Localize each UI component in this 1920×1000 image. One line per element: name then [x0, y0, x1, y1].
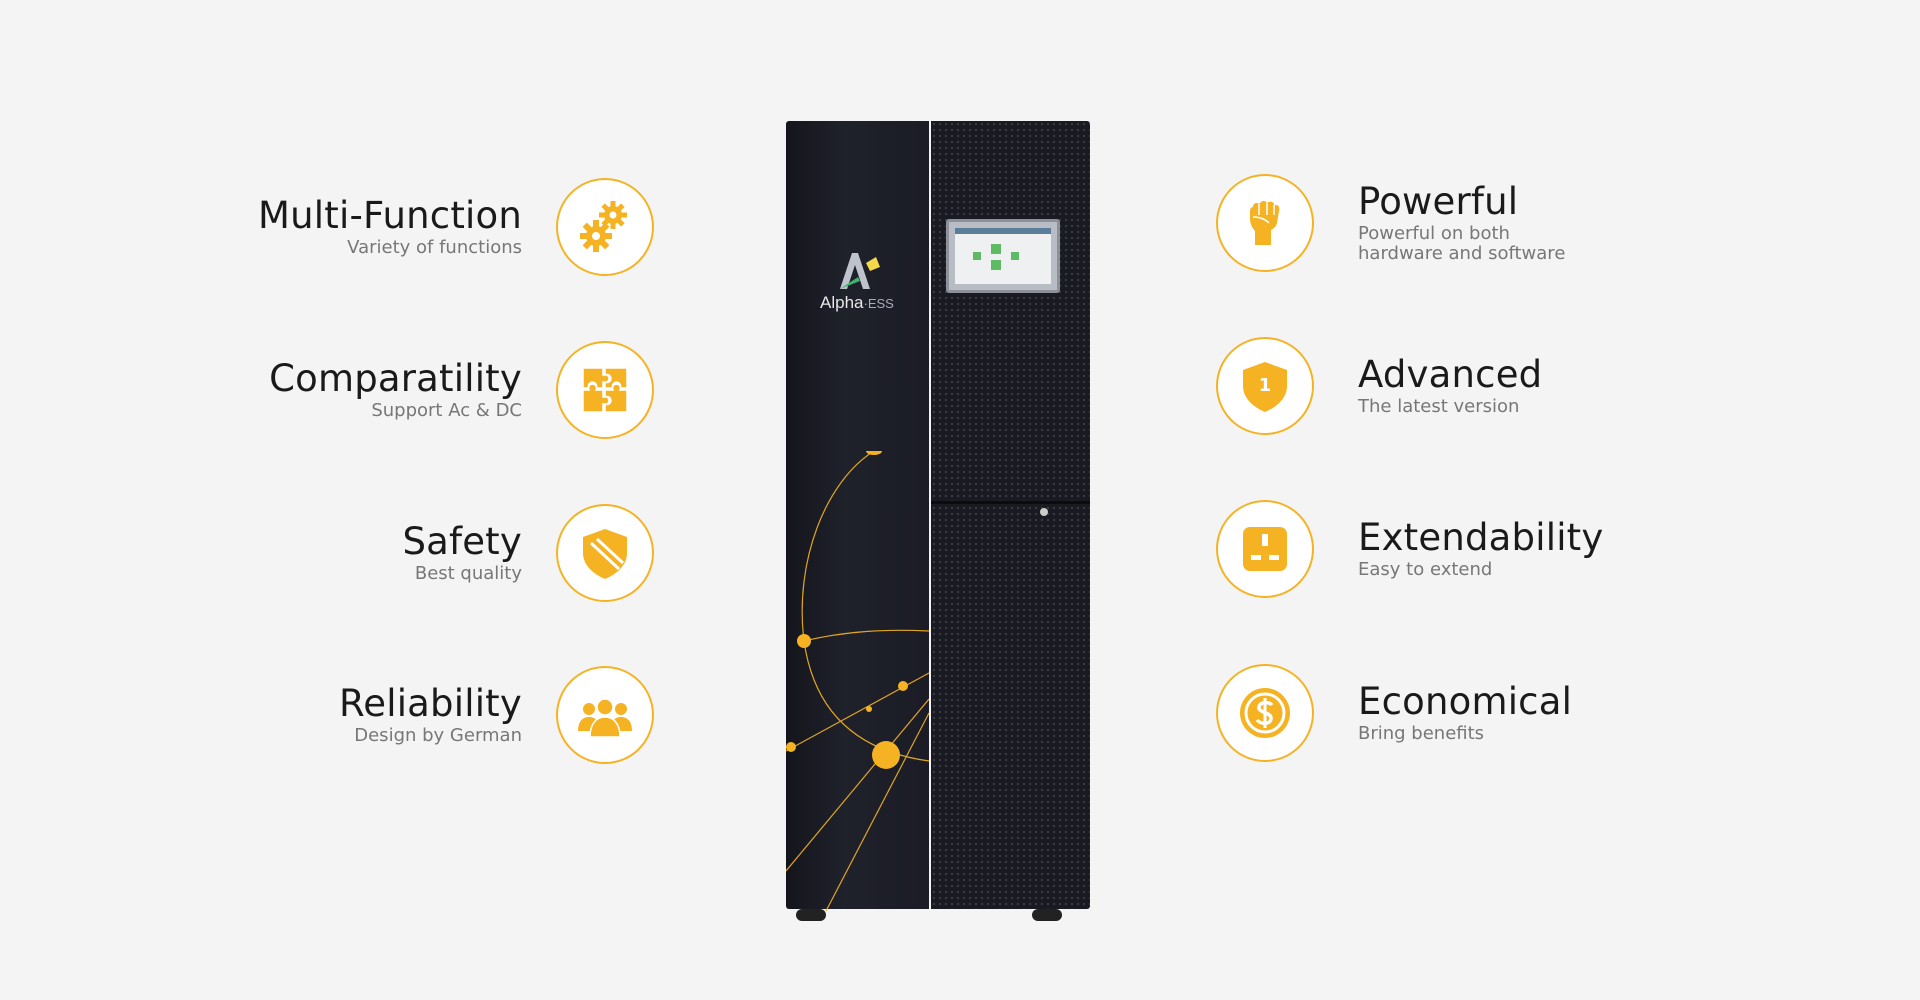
feature-title: Multi-Function	[258, 194, 522, 237]
feature-extendability: Extendability Easy to extend	[1216, 500, 1604, 598]
brand-label: Alpha·ESS	[820, 293, 894, 312]
team-icon	[556, 666, 654, 764]
touch-display	[946, 219, 1060, 293]
feature-title: Advanced	[1358, 353, 1543, 396]
decorative-network-graphic	[786, 451, 929, 911]
caster-wheel	[796, 909, 826, 921]
feature-subtitle: Powerful on both hardware and software	[1358, 223, 1566, 264]
socket-icon	[1216, 500, 1314, 598]
feature-multi-function: Multi-Function Variety of functions	[258, 178, 654, 276]
feature-subtitle: Easy to extend	[1358, 559, 1493, 580]
badge-number-icon: 1	[1216, 337, 1314, 435]
feature-subtitle: Best quality	[414, 563, 522, 584]
fist-icon	[1216, 174, 1314, 272]
feature-safety: Safety Best quality	[402, 504, 654, 602]
feature-title: Extendability	[1358, 516, 1604, 559]
cabinet-front-panel: Alpha·ESS	[786, 121, 929, 911]
feature-subtitle: Bring benefits	[1358, 723, 1485, 744]
feature-title: Economical	[1358, 680, 1573, 723]
feature-title: Reliability	[339, 682, 522, 725]
feature-powerful: Powerful Powerful on both hardware and s…	[1216, 174, 1578, 272]
energy-storage-cabinet: Alpha·ESS	[786, 121, 1090, 921]
feature-economical: Economical Bring benefits	[1216, 664, 1572, 762]
feature-subtitle: The latest version	[1358, 396, 1520, 417]
cabinet-door-seam	[931, 501, 1090, 504]
dollar-coin-icon	[1216, 664, 1314, 762]
gears-icon	[556, 178, 654, 276]
feature-subtitle: Variety of functions	[347, 237, 522, 258]
feature-title: Powerful	[1358, 180, 1519, 223]
feature-title: Comparatility	[269, 357, 522, 400]
feature-title: Safety	[402, 520, 522, 563]
feature-subtitle: Support Ac & DC	[371, 400, 522, 421]
shield-icon	[556, 504, 654, 602]
caster-wheel	[1032, 909, 1062, 921]
feature-subtitle: Design by German	[354, 725, 522, 746]
puzzle-icon	[556, 341, 654, 439]
feature-reliability: Reliability Design by German	[339, 666, 654, 764]
badge-number: 1	[1259, 375, 1272, 396]
feature-comparatility: Comparatility Support Ac & DC	[269, 341, 654, 439]
door-lock-icon	[1040, 508, 1048, 516]
feature-advanced: 1 Advanced The latest version	[1216, 337, 1542, 435]
